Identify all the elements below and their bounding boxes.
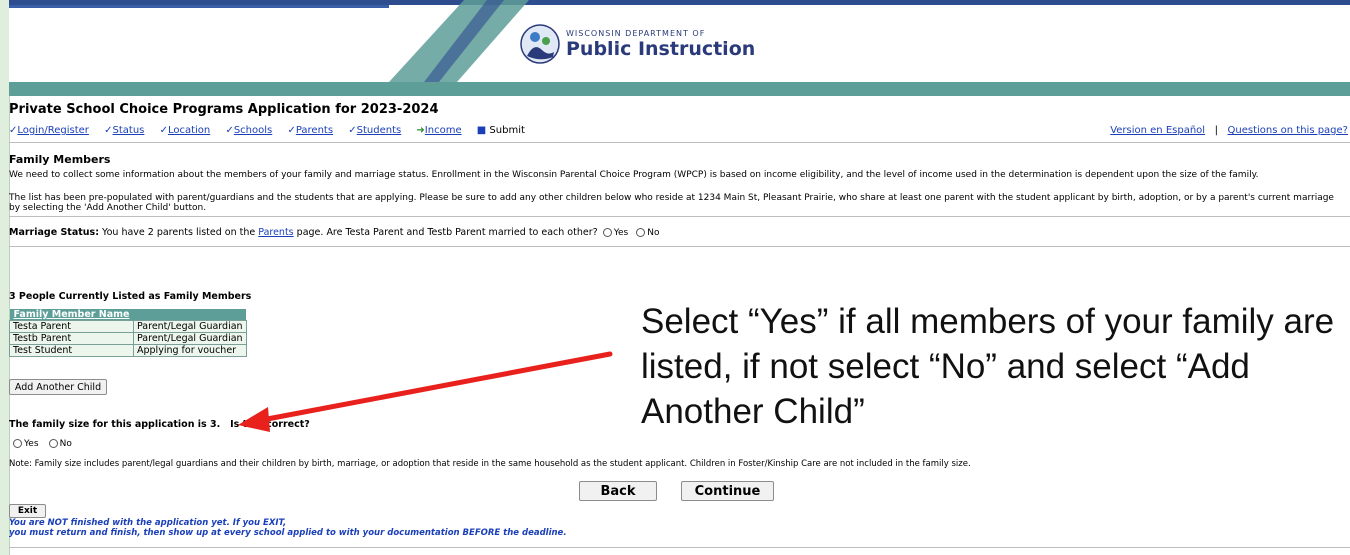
step-submit: ■ Submit — [477, 125, 525, 136]
family-size-yes-radio[interactable] — [13, 439, 22, 448]
parents-page-link[interactable]: Parents — [258, 227, 293, 238]
step-link-login[interactable]: Login/Register — [17, 125, 89, 136]
dpi-logo[interactable]: WISCONSIN DEPARTMENT OF Public Instructi… — [520, 22, 755, 66]
table-row: Testb Parent Parent/Legal Guardian — [9, 332, 247, 345]
exit-warning-line1: You are NOT finished with the applicatio… — [9, 518, 287, 528]
questions-link[interactable]: Questions on this page? — [1228, 125, 1348, 136]
role-header — [133, 309, 247, 321]
family-members-table: Family Member Name Testa Parent Parent/L… — [9, 309, 247, 357]
divider — [9, 216, 1350, 217]
instruction-callout: Select “Yes” if all members of your fami… — [641, 302, 1335, 431]
divider — [9, 547, 1350, 548]
step-location[interactable]: ✓Location — [160, 125, 211, 136]
marriage-text-before: You have 2 parents listed on the — [102, 227, 256, 238]
divider — [9, 246, 1350, 247]
step-link-students[interactable]: Students — [357, 125, 402, 136]
family-size-radios: Yes No — [11, 433, 75, 452]
member-name: Test Student — [9, 344, 134, 357]
table-header-row: Family Member Name — [9, 309, 247, 321]
marriage-question: page. Are Testa Parent and Testb Parent … — [296, 227, 598, 238]
check-icon: ✓ — [104, 125, 113, 136]
family-size-no-radio[interactable] — [48, 439, 58, 448]
spanish-version-link[interactable]: Version en Español — [1110, 125, 1205, 136]
top-links: Version en Español | Questions on this p… — [1110, 125, 1348, 136]
step-link-location[interactable]: Location — [168, 125, 210, 136]
table-row: Test Student Applying for voucher — [9, 344, 247, 357]
family-size-no-label: No — [59, 438, 72, 449]
step-link-parents[interactable]: Parents — [296, 125, 333, 136]
back-button[interactable]: Back — [579, 481, 657, 501]
step-label-submit: Submit — [489, 125, 525, 136]
family-size-note: Note: Family size includes parent/legal … — [9, 459, 971, 469]
member-name: Testb Parent — [9, 332, 134, 345]
marriage-status-label: Marriage Status: — [9, 227, 100, 238]
member-role: Parent/Legal Guardian — [133, 320, 247, 333]
step-link-income[interactable]: Income — [425, 125, 462, 136]
page-title: Private School Choice Programs Applicati… — [9, 102, 439, 117]
logo-small-text: WISCONSIN DEPARTMENT OF — [566, 28, 706, 38]
marriage-yes-radio[interactable] — [602, 228, 612, 237]
step-link-schools[interactable]: Schools — [234, 125, 272, 136]
step-link-status[interactable]: Status — [113, 125, 145, 136]
step-income[interactable]: ➜Income — [416, 125, 461, 136]
family-list-heading: 3 People Currently Listed as Family Memb… — [9, 291, 252, 302]
member-role: Applying for voucher — [133, 344, 247, 357]
logo-big-text: Public Instruction — [566, 37, 756, 60]
marriage-yes-label: Yes — [613, 227, 629, 238]
site-header: WISCONSIN DEPARTMENT OF Public Instructi… — [9, 0, 1350, 82]
marriage-status: Marriage Status: You have 2 parents list… — [9, 227, 663, 238]
step-schools[interactable]: ✓Schools — [225, 125, 272, 136]
member-role: Parent/Legal Guardian — [133, 332, 247, 345]
intro-paragraph: We need to collect some information abou… — [9, 170, 1259, 180]
step-parents[interactable]: ✓Parents — [287, 125, 333, 136]
family-size-question: The family size for this application is … — [9, 419, 310, 430]
section-title: Family Members — [9, 153, 111, 166]
check-icon: ✓ — [348, 125, 357, 136]
divider — [9, 142, 1350, 143]
family-size-yes-label: Yes — [24, 438, 39, 449]
member-name: Testa Parent — [9, 320, 134, 333]
marriage-no-label: No — [647, 227, 660, 238]
check-icon: ✓ — [225, 125, 234, 136]
square-icon: ■ — [476, 125, 487, 136]
exit-warning: You are NOT finished with the applicatio… — [9, 518, 567, 538]
marriage-no-radio[interactable] — [636, 228, 646, 237]
progress-steps: ✓Login/Register ✓Status ✓Location ✓Schoo… — [9, 125, 537, 136]
link-separator: | — [1214, 125, 1218, 136]
exit-warning-line2: you must return and finish, then show up… — [9, 528, 567, 538]
add-another-child-button[interactable]: Add Another Child — [9, 379, 107, 395]
step-students[interactable]: ✓Students — [348, 125, 401, 136]
family-member-name-header[interactable]: Family Member Name — [9, 309, 134, 321]
continue-button[interactable]: Continue — [681, 481, 774, 501]
check-icon: ✓ — [159, 125, 168, 136]
header-band — [9, 82, 1350, 96]
prepopulated-paragraph: The list has been pre-populated with par… — [9, 193, 1334, 213]
arrow-right-icon: ➜ — [416, 125, 425, 136]
check-icon: ✓ — [287, 125, 296, 136]
exit-button[interactable]: Exit — [9, 504, 46, 518]
table-row: Testa Parent Parent/Legal Guardian — [9, 320, 247, 333]
dpi-logo-icon — [520, 24, 560, 64]
step-status[interactable]: ✓Status — [104, 125, 144, 136]
step-login[interactable]: ✓Login/Register — [9, 125, 89, 136]
